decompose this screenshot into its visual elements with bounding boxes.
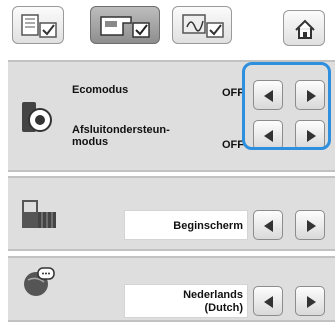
home-button[interactable] xyxy=(283,10,325,46)
highlight-frame xyxy=(242,62,331,150)
eco-mode-label: Ecomodus xyxy=(72,84,129,96)
right-arrow-icon xyxy=(307,220,316,232)
eco-mode-icon xyxy=(22,102,52,132)
machine-checkbox-icon xyxy=(100,16,150,38)
top-toolbar xyxy=(0,0,335,60)
language-right-button[interactable] xyxy=(295,286,325,316)
language-globe-icon xyxy=(24,267,55,296)
shutoff-support-label-line1: Afsluitondersteun- xyxy=(72,124,170,136)
shutoff-support-label-line2: modus xyxy=(72,136,109,148)
language-field: Nederlands (Dutch) xyxy=(124,284,248,318)
right-arrow-icon xyxy=(307,296,316,308)
eco-mode-value: OFF xyxy=(222,87,244,99)
start-screen-field: Beginscherm xyxy=(124,210,248,240)
start-screen-left-button[interactable] xyxy=(253,210,283,240)
language-value-line2: (Dutch) xyxy=(204,302,244,314)
language-value-line1: Nederlands xyxy=(183,289,243,301)
home-icon xyxy=(295,19,315,39)
left-arrow-icon xyxy=(264,296,273,308)
tab-embroidery-settings[interactable] xyxy=(172,6,232,44)
start-screen-icon xyxy=(22,200,56,228)
tab-machine-settings[interactable] xyxy=(90,6,160,44)
shutoff-support-value: OFF xyxy=(222,139,244,151)
shutoff-support-label: Afsluitondersteun- modus xyxy=(72,124,170,148)
tab-sewing-settings[interactable] xyxy=(12,6,64,44)
start-screen-right-button[interactable] xyxy=(295,210,325,240)
embroidery-checkbox-icon xyxy=(182,14,224,38)
language-left-button[interactable] xyxy=(253,286,283,316)
left-arrow-icon xyxy=(264,220,273,232)
book-checkbox-icon xyxy=(21,14,57,38)
